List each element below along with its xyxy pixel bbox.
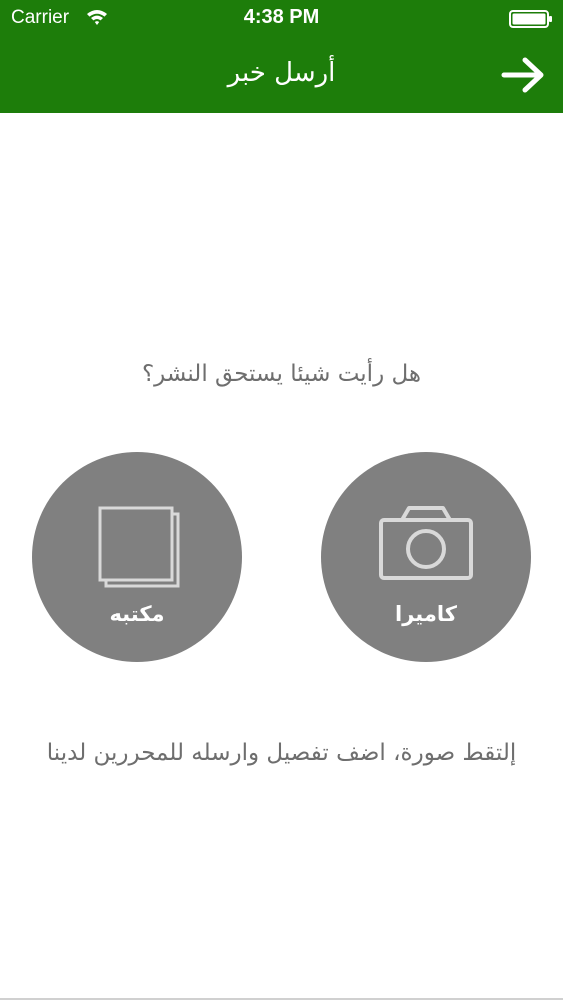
- prompt-text: هل رأيت شيئا يستحق النشر؟: [141, 361, 422, 387]
- photo-library-icon: [98, 506, 180, 588]
- navigation-bar: أرسل خبر: [0, 36, 563, 113]
- battery-icon: [509, 10, 552, 28]
- arrow-right-icon: [501, 57, 544, 93]
- page-title: أرسل خبر: [227, 58, 336, 88]
- instructions-text: إلتقط صورة، اضف تفصيل وارسله للمحررين لد…: [46, 740, 517, 766]
- status-time: 4:38 PM: [243, 6, 320, 28]
- camera-button[interactable]: كاميرا: [321, 452, 531, 662]
- camera-icon: [379, 506, 473, 580]
- status-bar: Carrier 4:38 PM: [0, 0, 563, 36]
- library-button[interactable]: مكتبه: [32, 452, 242, 662]
- forward-button[interactable]: [496, 50, 552, 98]
- camera-button-label: كاميرا: [395, 602, 457, 626]
- library-button-label: مكتبه: [109, 602, 165, 626]
